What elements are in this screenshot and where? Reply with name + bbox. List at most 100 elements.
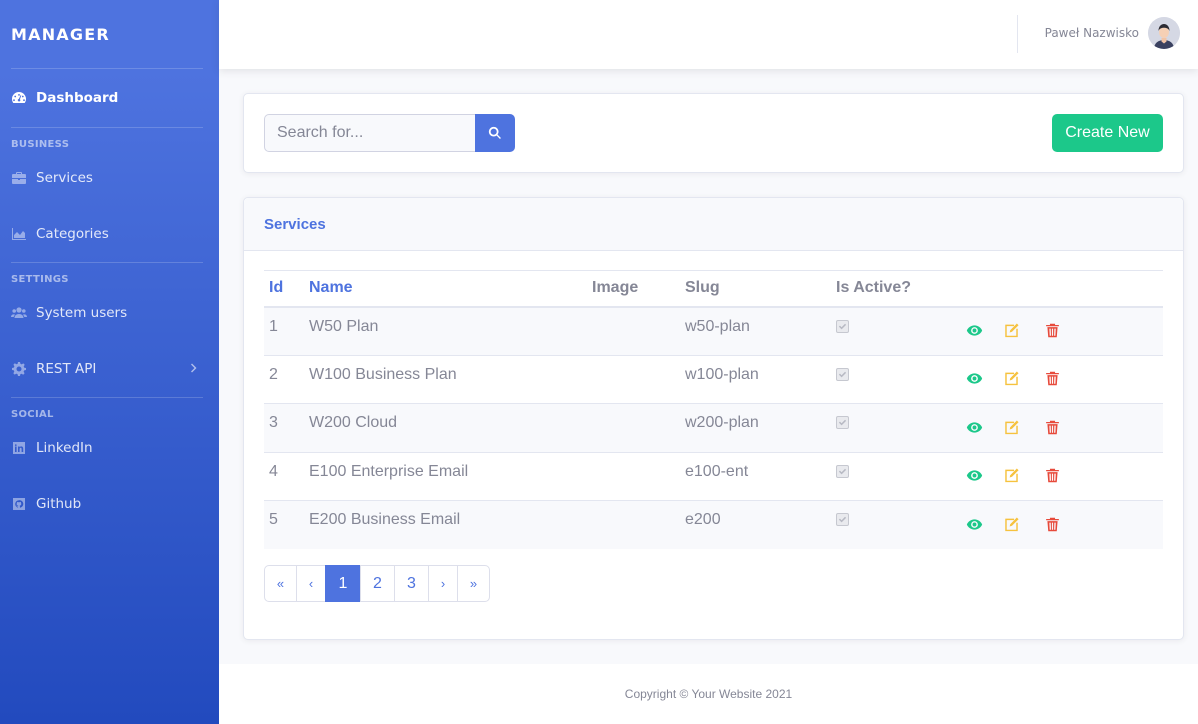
page-1[interactable]: 1 — [325, 565, 361, 602]
cell-slug: w50-plan — [680, 306, 831, 355]
cell-is-active — [831, 306, 960, 355]
cell-id: 2 — [264, 354, 304, 404]
chevron-right-icon — [189, 361, 199, 377]
sidebar-heading-social: SOCIAL — [11, 409, 54, 420]
cell-image — [587, 354, 680, 404]
column-header-is-active: Is Active? — [831, 270, 960, 308]
gear-icon — [11, 361, 27, 377]
topbar: Paweł Nazwisko — [219, 0, 1198, 69]
sidebar-item-categories[interactable]: Categories — [0, 206, 219, 262]
cell-image — [587, 451, 680, 501]
search-button[interactable] — [475, 114, 515, 152]
trash-icon[interactable] — [1043, 418, 1061, 436]
cell-is-active — [831, 354, 960, 404]
column-header-id[interactable]: Id — [264, 270, 304, 308]
user-menu[interactable]: Paweł Nazwisko — [1045, 17, 1180, 49]
page-3[interactable]: 3 — [394, 565, 429, 602]
eye-icon[interactable] — [965, 370, 983, 388]
briefcase-icon — [11, 170, 27, 186]
cell-actions — [960, 354, 1163, 404]
github-icon — [11, 496, 27, 512]
search-input[interactable] — [264, 114, 476, 152]
trash-icon[interactable] — [1043, 467, 1061, 485]
table-header-row: Id Name Image Slug Is Active? — [264, 270, 1163, 308]
cell-id: 5 — [264, 500, 304, 549]
sidebar-item-label: Categories — [36, 226, 109, 242]
avatar — [1148, 17, 1180, 49]
trash-icon[interactable] — [1043, 515, 1061, 533]
trash-icon[interactable] — [1043, 322, 1061, 340]
eye-icon[interactable] — [965, 418, 983, 436]
cell-slug: e100-ent — [680, 451, 831, 501]
sidebar-item-label: REST API — [36, 361, 97, 377]
create-new-button[interactable]: Create New — [1052, 114, 1163, 152]
eye-icon[interactable] — [965, 467, 983, 485]
search-icon — [488, 126, 501, 139]
topbar-divider — [1017, 15, 1018, 53]
sidebar-item-github[interactable]: Github — [0, 476, 219, 532]
cell-is-active — [831, 451, 960, 501]
cell-actions — [960, 306, 1163, 355]
sidebar-item-label: Github — [36, 496, 82, 512]
trash-icon[interactable] — [1043, 370, 1061, 388]
user-name: Paweł Nazwisko — [1044, 26, 1139, 40]
cell-name: E200 Business Email — [304, 500, 587, 549]
cell-name: E100 Enterprise Email — [304, 451, 587, 501]
page-prev[interactable]: ‹ — [296, 565, 326, 602]
card-header: Services — [244, 198, 1183, 251]
sidebar-item-services[interactable]: Services — [0, 150, 219, 206]
linkedin-icon — [11, 440, 27, 456]
sidebar-heading-settings: SETTINGS — [11, 274, 69, 285]
cell-actions — [960, 500, 1163, 549]
active-checkbox — [836, 464, 849, 478]
eye-icon[interactable] — [965, 515, 983, 533]
sidebar-item-linkedin[interactable]: LinkedIn — [0, 420, 219, 476]
sidebar-item-system-users[interactable]: System users — [0, 285, 219, 341]
search-card: Create New — [243, 93, 1184, 173]
sidebar-heading-business: BUSINESS — [11, 139, 70, 150]
sidebar-item-label: System users — [36, 305, 128, 321]
tachometer-icon — [11, 90, 27, 106]
sidebar-item-dashboard[interactable]: Dashboard — [0, 69, 219, 127]
active-checkbox — [836, 416, 849, 429]
cell-id: 4 — [264, 451, 304, 501]
card-title: Services — [264, 215, 326, 233]
cell-slug: e200 — [680, 500, 831, 549]
cell-is-active — [831, 403, 960, 452]
cell-image — [587, 403, 680, 452]
cell-name: W50 Plan — [304, 306, 587, 355]
page-first[interactable]: « — [264, 565, 297, 602]
cell-slug: w100-plan — [680, 354, 831, 404]
edit-icon[interactable] — [1002, 322, 1020, 340]
services-table: Id Name Image Slug Is Active? 1 W50 Plan w… — [264, 270, 1163, 549]
cell-actions — [960, 451, 1163, 501]
sidebar: MANAGER Dashboard BUSINESS Services Cate… — [0, 0, 219, 724]
edit-icon[interactable] — [1002, 515, 1020, 533]
cell-image — [587, 306, 680, 355]
column-header-name[interactable]: Name — [304, 270, 587, 308]
cell-is-active — [831, 500, 960, 549]
page-2[interactable]: 2 — [360, 565, 395, 602]
edit-icon[interactable] — [1002, 418, 1020, 436]
footer: Copyright © Your Website 2021 — [219, 664, 1198, 724]
edit-icon[interactable] — [1002, 370, 1020, 388]
sidebar-item-label: Dashboard — [36, 90, 119, 106]
active-checkbox — [836, 319, 849, 333]
page-next[interactable]: › — [428, 565, 458, 602]
column-header-actions — [960, 270, 1163, 308]
page-last[interactable]: » — [457, 565, 490, 602]
edit-icon[interactable] — [1002, 467, 1020, 485]
brand-logo[interactable]: MANAGER — [0, 0, 219, 68]
cell-name: W100 Business Plan — [304, 354, 587, 404]
cell-name: W200 Cloud — [304, 403, 587, 452]
sidebar-item-label: Services — [36, 170, 93, 186]
sidebar-item-rest-api[interactable]: REST API — [0, 341, 219, 397]
table-row: 1 W50 Plan w50-plan — [264, 306, 1163, 355]
cell-image — [587, 500, 680, 549]
table-row: 4 E100 Enterprise Email e100-ent — [264, 451, 1163, 501]
cell-id: 1 — [264, 306, 304, 355]
table-row: 5 E200 Business Email e200 — [264, 500, 1163, 549]
eye-icon[interactable] — [965, 322, 983, 340]
cell-id: 3 — [264, 403, 304, 452]
table-row: 3 W200 Cloud w200-plan — [264, 403, 1163, 452]
